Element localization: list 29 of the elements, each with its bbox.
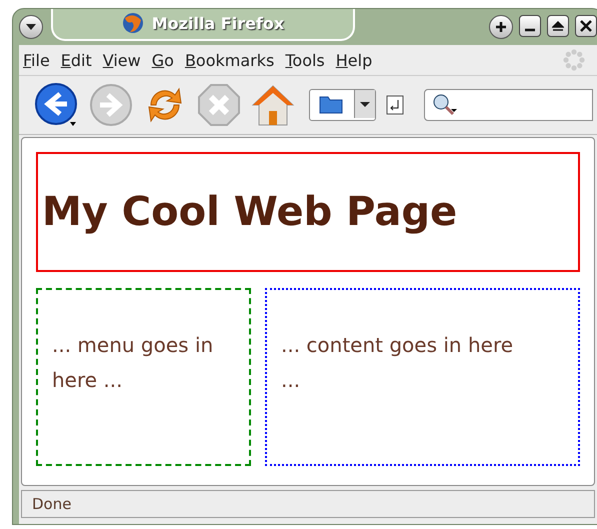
menu-item[interactable]: Bookmarks <box>184 50 274 70</box>
menu-item[interactable]: File <box>23 50 50 70</box>
caret-icon <box>26 24 36 30</box>
menu-item[interactable]: Help <box>336 50 372 70</box>
minimize-button[interactable] <box>519 15 541 37</box>
caret-icon <box>354 90 375 118</box>
search-field[interactable] <box>424 89 593 121</box>
close-icon <box>580 20 592 32</box>
search-icon <box>431 93 459 117</box>
maximize-button[interactable] <box>547 15 569 37</box>
bookmarks-dropdown[interactable] <box>309 89 376 121</box>
page-heading: My Cool Web Page <box>36 152 580 272</box>
menu-text: ... menu goes in here ... <box>52 332 214 394</box>
window-title: Mozilla Firefox <box>152 14 284 32</box>
plus-icon <box>495 21 507 33</box>
throbber-icon <box>563 49 585 71</box>
home-icon[interactable] <box>251 83 295 127</box>
menu-item[interactable]: Go <box>152 50 174 70</box>
menu-item[interactable]: View <box>102 50 141 70</box>
add-button[interactable] <box>489 15 513 39</box>
close-button[interactable] <box>575 15 597 37</box>
status-text: Done <box>32 495 72 513</box>
window-menu-button[interactable] <box>19 15 43 39</box>
content-text: ... content goes in here ... <box>281 332 514 394</box>
globe-icon <box>122 12 144 34</box>
minimize-icon <box>524 28 536 32</box>
maximize-icon <box>552 20 564 32</box>
menu-item[interactable]: Edit <box>60 50 92 70</box>
menu-item[interactable]: Tools <box>285 50 325 70</box>
